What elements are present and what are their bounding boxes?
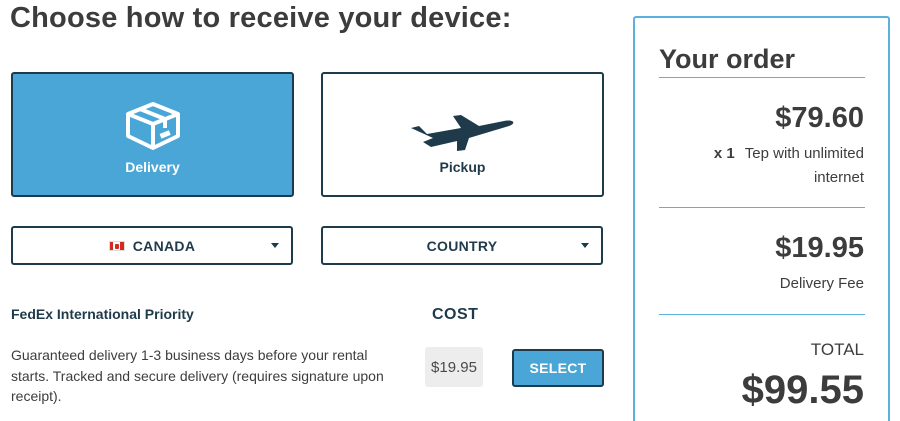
delivery-label: Delivery bbox=[125, 159, 180, 175]
airplane-icon bbox=[409, 114, 517, 159]
shipping-description: Guaranteed delivery 1-3 business days be… bbox=[11, 347, 384, 404]
pickup-option[interactable]: Pickup bbox=[321, 72, 604, 197]
delivery-option[interactable]: Delivery bbox=[11, 72, 294, 197]
item-line: x 1 Tep with unlimited internet bbox=[664, 142, 864, 190]
shipping-carrier: FedEx International Priority bbox=[11, 306, 194, 322]
chevron-down-icon bbox=[271, 243, 279, 248]
chevron-down-icon bbox=[581, 243, 589, 248]
page-title: Choose how to receive your device: bbox=[10, 2, 512, 34]
total-price: $99.55 bbox=[741, 368, 864, 412]
select-button[interactable]: SELECT bbox=[512, 349, 604, 387]
country-select[interactable]: CANADA bbox=[11, 226, 293, 265]
country-select-value: CANADA bbox=[132, 237, 196, 254]
pickup-label: Pickup bbox=[439, 159, 486, 175]
fee-label: Delivery Fee bbox=[779, 275, 864, 292]
divider bbox=[659, 207, 865, 208]
pickup-country-select[interactable]: COUNTRY bbox=[321, 226, 603, 265]
fee-price: $19.95 bbox=[775, 232, 864, 264]
item-name: Tep with unlimited internet bbox=[744, 145, 864, 186]
canada-flag-icon bbox=[108, 240, 125, 251]
item-qty: x 1 bbox=[713, 145, 735, 162]
package-icon bbox=[123, 101, 183, 156]
order-title: Your order bbox=[659, 44, 796, 74]
pickup-country-select-value: COUNTRY bbox=[426, 237, 498, 254]
item-price: $79.60 bbox=[775, 102, 864, 134]
divider bbox=[659, 314, 865, 315]
cost-header: COST bbox=[432, 306, 479, 323]
shipping-price: $19.95 bbox=[425, 347, 483, 387]
divider bbox=[659, 77, 865, 78]
order-summary: Your order $79.60 x 1 Tep with unlimited … bbox=[633, 16, 890, 421]
total-label: TOTAL bbox=[810, 340, 864, 359]
